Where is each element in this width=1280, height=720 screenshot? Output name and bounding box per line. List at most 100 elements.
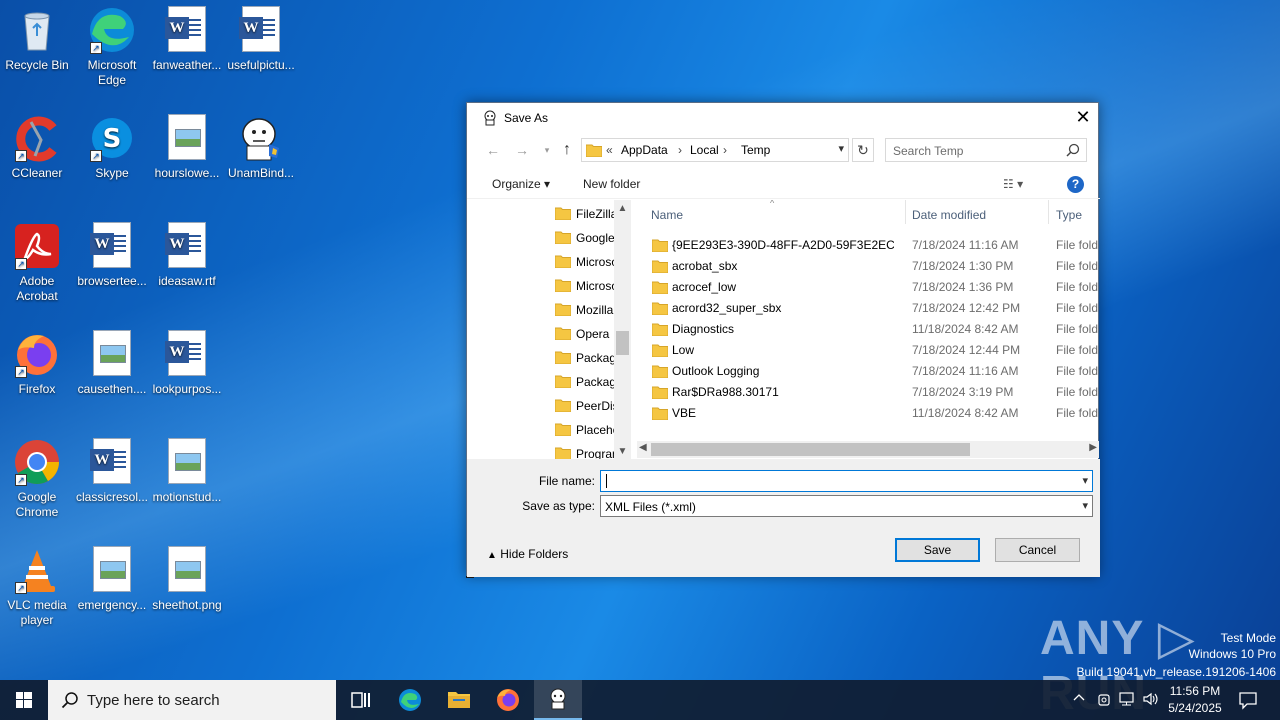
desktop-icon-google-chrome[interactable]: ↗ Google Chrome bbox=[0, 438, 74, 520]
file-row[interactable]: Outlook Logging 7/18/2024 11:16 AM File fo… bbox=[637, 360, 1099, 381]
nav-pane-scrollbar[interactable]: ▲ ▼ bbox=[614, 200, 631, 459]
desktop-icon-vlc-media-player[interactable]: ↗ VLC media player bbox=[0, 546, 74, 628]
file-row[interactable]: Diagnostics 11/18/2024 8:42 AM File folder bbox=[637, 318, 1099, 339]
view-options-icon[interactable]: ☷ ▾ bbox=[1003, 177, 1023, 191]
desktop-icon-motionstud-image[interactable]: motionstud... bbox=[150, 438, 224, 505]
desktop-icon-fanweather-doc[interactable]: Wfanweather... bbox=[150, 6, 224, 73]
column-header-date[interactable]: Date modified bbox=[912, 208, 986, 222]
desktop-icon-firefox[interactable]: ↗ Firefox bbox=[0, 330, 74, 397]
scrollbar-thumb[interactable] bbox=[651, 443, 970, 456]
nav-pane-folder[interactable]: Packages bbox=[555, 346, 615, 370]
hide-folders-toggle[interactable]: ▲ Hide Folders bbox=[487, 547, 568, 561]
search-input[interactable]: Search Temp bbox=[893, 144, 963, 158]
close-button[interactable]: ✕ bbox=[1068, 103, 1098, 133]
address-bar[interactable]: « AppData › Local › Temp ▾ bbox=[581, 138, 849, 162]
nav-pane-folder-label: Microsoft bbox=[576, 255, 615, 269]
desktop-icon-classicresol-doc[interactable]: Wclassicresol... bbox=[75, 438, 149, 505]
breadcrumb-local[interactable]: Local bbox=[690, 143, 719, 157]
address-overflow[interactable]: « bbox=[606, 143, 613, 157]
desktop-icon-causethen-image[interactable]: causethen.... bbox=[75, 330, 149, 397]
file-row[interactable]: acrocef_low 7/18/2024 1:36 PM File folder bbox=[637, 276, 1099, 297]
column-header-type[interactable]: Type bbox=[1056, 208, 1082, 222]
nav-pane-folder[interactable]: Mozilla bbox=[555, 298, 615, 322]
search-box[interactable]: Search Temp bbox=[885, 138, 1087, 162]
refresh-button[interactable]: ↻ bbox=[852, 138, 874, 162]
scroll-up-arrow-icon[interactable]: ▲ bbox=[614, 203, 631, 214]
column-divider[interactable] bbox=[1048, 200, 1049, 224]
desktop-icon-adobe-acrobat[interactable]: ↗ Adobe Acrobat bbox=[0, 222, 74, 304]
chevron-down-icon[interactable]: ▾ bbox=[1082, 474, 1088, 487]
file-row[interactable]: VBE 11/18/2024 8:42 AM File folder bbox=[637, 402, 1099, 423]
breadcrumb-temp[interactable]: Temp bbox=[741, 143, 770, 157]
taskbar-edge[interactable] bbox=[386, 680, 434, 720]
nav-pane-folder[interactable]: Opera bbox=[555, 322, 615, 346]
file-row[interactable]: Rar$DRa988.30171 7/18/2024 3:19 PM File fo… bbox=[637, 381, 1099, 402]
file-row[interactable]: {9EE293E3-390D-48FF-A2D0-59F3E2EC88... 7/… bbox=[637, 234, 1099, 255]
save-type-select[interactable]: XML Files (*.xml) ▾ bbox=[600, 495, 1093, 517]
nav-pane-folder[interactable]: FileZilla bbox=[555, 202, 615, 226]
scroll-right-arrow-icon[interactable]: ▶ bbox=[1089, 442, 1097, 453]
file-list-hscrollbar[interactable]: ◀ ▶ bbox=[637, 441, 1099, 458]
folder-icon bbox=[651, 280, 669, 297]
system-clock[interactable]: 11:56 PM 5/24/2025 bbox=[1162, 683, 1228, 717]
desktop-icon-lookpurpose-doc[interactable]: Wlookpurpos... bbox=[150, 330, 224, 397]
start-button[interactable] bbox=[0, 680, 48, 720]
taskbar-file-explorer[interactable] bbox=[435, 680, 483, 720]
save-button[interactable]: Save bbox=[895, 538, 980, 562]
file-name-field[interactable]: ▾ bbox=[600, 470, 1093, 492]
desktop-icon-usefulpicture-doc[interactable]: Wusefulpictu... bbox=[224, 6, 298, 73]
taskbar-firefox[interactable] bbox=[484, 680, 532, 720]
scrollbar-thumb[interactable] bbox=[616, 331, 629, 355]
scroll-down-arrow-icon[interactable]: ▼ bbox=[614, 446, 631, 457]
desktop-icon-microsoft-edge[interactable]: ↗ Microsoft Edge bbox=[75, 6, 149, 88]
up-arrow-icon[interactable]: ↑ bbox=[557, 140, 577, 160]
desktop-icon-skype[interactable]: S ↗ Skype bbox=[75, 114, 149, 181]
desktop-icon-sheethot-png[interactable]: sheethot.png bbox=[150, 546, 224, 613]
desktop-icon-hourslower-image[interactable]: hourslowe... bbox=[150, 114, 224, 181]
column-divider[interactable] bbox=[905, 200, 906, 224]
column-header-name[interactable]: Name bbox=[651, 208, 683, 222]
desktop-icon-ccleaner[interactable]: ↗ CCleaner bbox=[0, 114, 74, 181]
nav-pane-folder[interactable]: Microsoft bbox=[555, 274, 615, 298]
dialog-titlebar[interactable]: Save As ✕ bbox=[467, 103, 1098, 133]
desktop-icon-recycle-bin[interactable]: Recycle Bin bbox=[0, 6, 74, 73]
file-row[interactable]: Low 7/18/2024 12:44 PM File folder bbox=[637, 339, 1099, 360]
nav-pane-folder[interactable]: Microsoft bbox=[555, 250, 615, 274]
organize-menu[interactable]: Organize ▾ bbox=[492, 177, 550, 191]
forward-arrow-icon[interactable]: → bbox=[512, 140, 532, 160]
desktop-icon-emergency-image[interactable]: emergency... bbox=[75, 546, 149, 613]
desktop-icon-browsertee-doc[interactable]: Wbrowsertee... bbox=[75, 222, 149, 289]
chevron-down-icon[interactable]: ▾ bbox=[838, 142, 844, 155]
new-folder-button[interactable]: New folder bbox=[583, 177, 640, 191]
file-row[interactable]: acrord32_super_sbx 7/18/2024 12:42 PM File… bbox=[637, 297, 1099, 318]
desktop-icon-label: motionstud... bbox=[152, 490, 222, 504]
device-icon[interactable] bbox=[1096, 691, 1112, 710]
volume-icon[interactable] bbox=[1142, 691, 1160, 710]
tray-overflow-chevron-icon[interactable] bbox=[1072, 691, 1086, 708]
taskbar-active-app[interactable] bbox=[534, 680, 582, 720]
task-view-button[interactable] bbox=[336, 680, 384, 720]
chevron-down-icon[interactable]: ▾ bbox=[1082, 499, 1088, 512]
desktop-icon-ideasaw-rtf[interactable]: Wideasaw.rtf bbox=[150, 222, 224, 289]
nav-pane-folder[interactable]: Google bbox=[555, 226, 615, 250]
recent-locations-chevron-icon[interactable]: ▾ bbox=[537, 140, 557, 160]
desktop-icon-unambind-app[interactable]: UnamBind... bbox=[224, 114, 298, 181]
folder-icon bbox=[651, 238, 669, 255]
cancel-button[interactable]: Cancel bbox=[995, 538, 1080, 562]
nav-pane-folder[interactable]: Programs bbox=[555, 442, 615, 459]
help-button[interactable]: ? bbox=[1067, 176, 1084, 193]
nav-pane-folder[interactable]: PeerDist bbox=[555, 394, 615, 418]
save-type-value[interactable]: XML Files (*.xml) bbox=[605, 500, 696, 514]
file-row[interactable]: acrobat_sbx 7/18/2024 1:30 PM File folder bbox=[637, 255, 1099, 276]
back-arrow-icon[interactable]: ← bbox=[483, 140, 503, 160]
taskbar-search-input[interactable]: Type here to search bbox=[87, 692, 220, 709]
file-name: Rar$DRa988.30171 bbox=[672, 385, 779, 399]
nav-pane-folder[interactable]: Placeholder bbox=[555, 418, 615, 442]
nav-pane-folder[interactable]: Packages bbox=[555, 370, 615, 394]
scroll-left-arrow-icon[interactable]: ◀ bbox=[639, 442, 647, 453]
notification-icon[interactable] bbox=[1238, 690, 1258, 713]
taskbar-search-box[interactable]: Type here to search bbox=[48, 680, 336, 720]
breadcrumb-appdata[interactable]: AppData bbox=[621, 143, 668, 157]
windows-logo-icon bbox=[16, 692, 32, 708]
network-icon[interactable] bbox=[1118, 691, 1136, 710]
